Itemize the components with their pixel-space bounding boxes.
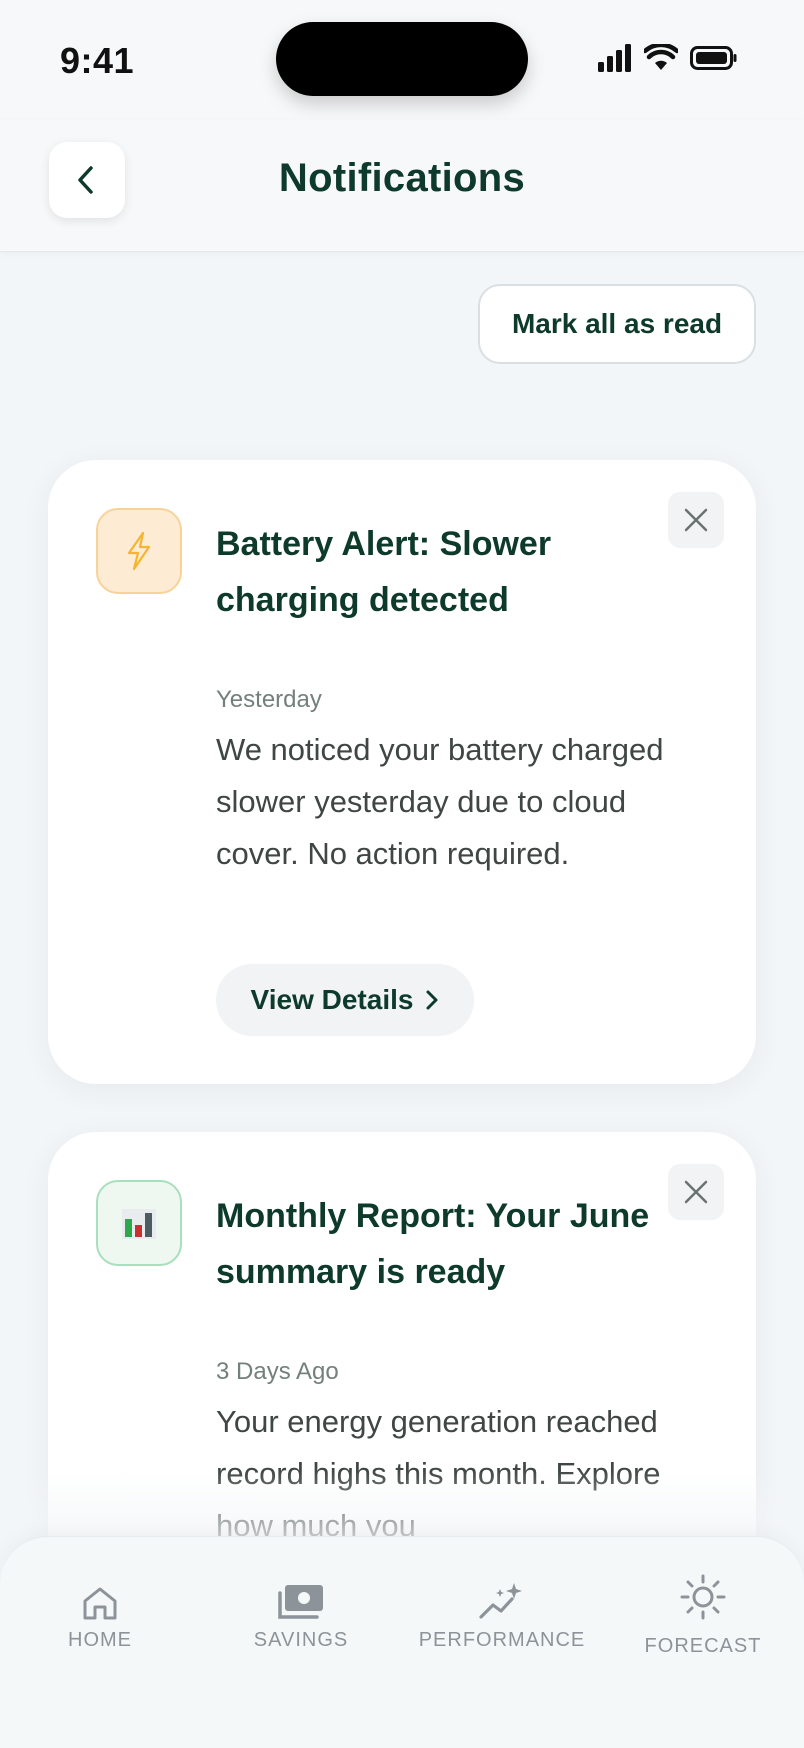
- notification-body: We noticed your battery charged slower y…: [216, 732, 664, 871]
- tab-label: PERFORMANCE: [418, 1629, 586, 1651]
- wifi-icon: [644, 44, 678, 70]
- tab-forecast[interactable]: FORECAST: [613, 1573, 793, 1658]
- bottom-tab-bar: HOME SAVINGS PERFORMANCE FORECAST: [0, 1536, 804, 1748]
- notification-title: Monthly Report: Your June summary is rea…: [216, 1197, 650, 1291]
- close-icon: [684, 508, 708, 532]
- tab-label: FORECAST: [644, 1635, 762, 1657]
- sparkle-trend-icon: [479, 1583, 522, 1619]
- notification-icon-badge: [96, 508, 182, 594]
- notification-time: 3 Days Ago: [216, 1358, 339, 1385]
- lightning-bolt-icon: [127, 531, 151, 571]
- tab-savings[interactable]: SAVINGS: [211, 1573, 391, 1652]
- notification-time: Yesterday: [216, 686, 322, 713]
- home-icon: [83, 1587, 117, 1620]
- view-details-button[interactable]: View Details: [216, 964, 474, 1036]
- tab-home[interactable]: HOME: [10, 1573, 190, 1652]
- view-details-label: View Details: [250, 984, 414, 1015]
- cash-icon: [278, 1585, 323, 1619]
- status-time: 9:41: [60, 40, 135, 81]
- status-bar: 9:41: [0, 0, 804, 120]
- cellular-signal-icon: [598, 44, 631, 72]
- dynamic-island: [276, 22, 528, 96]
- tab-label: SAVINGS: [253, 1629, 349, 1651]
- bar-chart-icon: [122, 1209, 156, 1239]
- battery-icon: [690, 46, 737, 70]
- notification-card[interactable]: Battery Alert: Slower charging detected …: [48, 460, 756, 1084]
- chevron-right-icon: [426, 990, 438, 1010]
- tab-label: HOME: [68, 1629, 132, 1651]
- tab-performance[interactable]: PERFORMANCE: [412, 1573, 592, 1652]
- page-title: Notifications: [278, 156, 526, 200]
- sun-icon: [680, 1574, 726, 1620]
- mark-all-read-button[interactable]: Mark all as read: [478, 284, 756, 364]
- notification-title: Battery Alert: Slower charging detected: [216, 525, 552, 619]
- close-icon: [684, 1180, 708, 1204]
- notification-icon-badge: [96, 1180, 182, 1266]
- dismiss-button[interactable]: [668, 1164, 724, 1220]
- header: Notifications: [0, 120, 804, 252]
- dismiss-button[interactable]: [668, 492, 724, 548]
